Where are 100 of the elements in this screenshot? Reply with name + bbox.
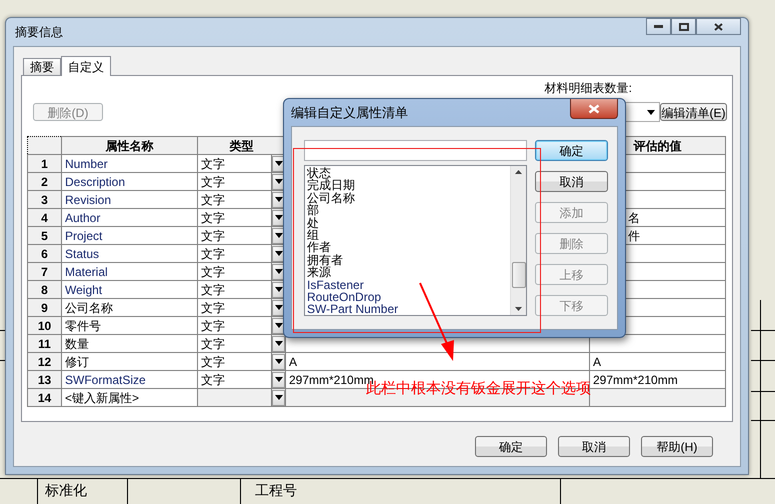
table-cell: 文字 bbox=[198, 208, 272, 226]
table-cell[interactable]: 零件号 bbox=[62, 316, 198, 334]
list-item[interactable]: SW-Part Number bbox=[307, 303, 508, 315]
table-cell[interactable]: Author bbox=[62, 208, 198, 226]
window-title: 摘要信息 bbox=[15, 24, 63, 41]
row-number: 14 bbox=[28, 388, 62, 406]
dropdown-button[interactable] bbox=[272, 336, 284, 352]
table-cell[interactable]: 数量 bbox=[62, 334, 198, 352]
caret-icon bbox=[274, 161, 282, 166]
close-button[interactable] bbox=[696, 18, 741, 35]
dropdown-button[interactable] bbox=[272, 210, 284, 226]
text-field[interactable] bbox=[304, 140, 527, 161]
table-cell[interactable]: Material bbox=[62, 262, 198, 280]
dropdown-button[interactable] bbox=[272, 354, 284, 370]
minimize-icon bbox=[654, 25, 663, 28]
row-number: 3 bbox=[28, 190, 62, 208]
dropdown-button[interactable] bbox=[272, 156, 284, 172]
caret-icon bbox=[274, 305, 282, 310]
maximize-button[interactable] bbox=[671, 18, 696, 35]
list-item[interactable]: 作者 bbox=[307, 241, 508, 254]
table-cell[interactable]: Weight bbox=[62, 280, 198, 298]
dialog-button[interactable]: 帮助(H) bbox=[641, 436, 713, 457]
row-number: 8 bbox=[28, 280, 62, 298]
dialog-button[interactable]: 取消 bbox=[558, 436, 630, 457]
list-item[interactable]: 组 bbox=[307, 229, 508, 242]
row-number: 6 bbox=[28, 244, 62, 262]
maximize-icon bbox=[678, 22, 688, 30]
table-cell[interactable]: Revision bbox=[62, 190, 198, 208]
row-number: 7 bbox=[28, 262, 62, 280]
edit-list-button[interactable]: 编辑清单(E) bbox=[660, 103, 727, 121]
list-item[interactable]: 来源 bbox=[307, 266, 508, 279]
drawing-label: 标准化 bbox=[45, 484, 87, 498]
dropdown-button[interactable] bbox=[272, 300, 284, 316]
dialog-button[interactable]: 取消 bbox=[535, 171, 608, 192]
scrollbar[interactable] bbox=[510, 166, 526, 315]
table-cell: 文字 bbox=[198, 298, 272, 316]
table-cell: 文字 bbox=[198, 172, 272, 190]
dropdown-button[interactable] bbox=[272, 318, 284, 334]
list-item[interactable]: 状态 bbox=[307, 167, 508, 180]
caret-icon bbox=[274, 215, 282, 220]
column-header: 类型 bbox=[198, 136, 286, 154]
row-number: 1 bbox=[28, 154, 62, 172]
list-item[interactable]: 部 bbox=[307, 204, 508, 217]
dropdown-button[interactable] bbox=[272, 282, 284, 298]
caret-icon bbox=[647, 110, 655, 114]
row-number: 13 bbox=[28, 370, 62, 388]
row-number: 2 bbox=[28, 172, 62, 190]
minimize-button[interactable] bbox=[646, 18, 671, 35]
close-icon bbox=[588, 104, 600, 114]
table-cell: 文字 bbox=[198, 154, 272, 172]
dialog-title: 编辑自定义属性清单 bbox=[291, 104, 408, 122]
column-header: 属性名称 bbox=[62, 136, 198, 154]
list-item[interactable]: IsFastener bbox=[307, 278, 508, 292]
caret-icon bbox=[274, 323, 282, 328]
dropdown-button[interactable] bbox=[272, 246, 284, 262]
table-cell[interactable]: Project bbox=[62, 226, 198, 244]
table-cell: 文字 bbox=[198, 334, 272, 352]
table-cell[interactable]: Description bbox=[62, 172, 198, 190]
table-cell: 文字 bbox=[198, 316, 272, 334]
caret-icon bbox=[274, 359, 282, 364]
table-cell: 文字 bbox=[198, 190, 272, 208]
drawing-label: 工程号 bbox=[255, 484, 297, 498]
caret-icon bbox=[274, 179, 282, 184]
scroll-down-icon[interactable] bbox=[515, 307, 522, 311]
caret-icon bbox=[274, 395, 282, 400]
table-cell[interactable]: Number bbox=[62, 154, 198, 172]
table-cell: A bbox=[286, 352, 590, 370]
caret-icon bbox=[274, 377, 282, 382]
table-cell[interactable]: 修订 bbox=[62, 352, 198, 370]
caret-icon bbox=[274, 197, 282, 202]
table-cell[interactable]: <键入新属性> bbox=[62, 388, 198, 406]
row-number: 9 bbox=[28, 298, 62, 316]
table-cell[interactable]: 公司名称 bbox=[62, 298, 198, 316]
table-cell[interactable]: Status bbox=[62, 244, 198, 262]
tab[interactable]: 摘要 bbox=[23, 58, 61, 75]
list-item[interactable]: 处 bbox=[307, 216, 508, 230]
dropdown-button[interactable] bbox=[272, 264, 284, 280]
scroll-thumb[interactable] bbox=[512, 262, 526, 288]
dropdown-button[interactable] bbox=[272, 390, 284, 406]
table-cell: 文字 bbox=[198, 244, 272, 262]
row-number: 4 bbox=[28, 208, 62, 226]
list-item[interactable]: 完成日期 bbox=[307, 179, 508, 192]
dropdown-button[interactable] bbox=[272, 228, 284, 244]
close-button[interactable] bbox=[570, 99, 618, 119]
row-number: 11 bbox=[28, 334, 62, 352]
caret-icon bbox=[274, 269, 282, 274]
tab[interactable]: 自定义 bbox=[61, 56, 111, 76]
dropdown-button[interactable] bbox=[272, 192, 284, 208]
dialog-button[interactable]: 确定 bbox=[475, 436, 547, 457]
scroll-up-icon[interactable] bbox=[515, 170, 522, 174]
list-item[interactable]: 公司名称 bbox=[307, 192, 508, 204]
row-number: 10 bbox=[28, 316, 62, 334]
dialog-button[interactable]: 确定 bbox=[535, 140, 608, 161]
dropdown-button[interactable] bbox=[272, 372, 284, 388]
dropdown-button[interactable] bbox=[272, 174, 284, 190]
list-item[interactable]: 拥有者 bbox=[307, 254, 508, 266]
row-number: 12 bbox=[28, 352, 62, 370]
caret-icon bbox=[274, 251, 282, 256]
list-item[interactable]: RouteOnDrop bbox=[307, 291, 508, 304]
table-cell: 文字 bbox=[198, 262, 272, 280]
